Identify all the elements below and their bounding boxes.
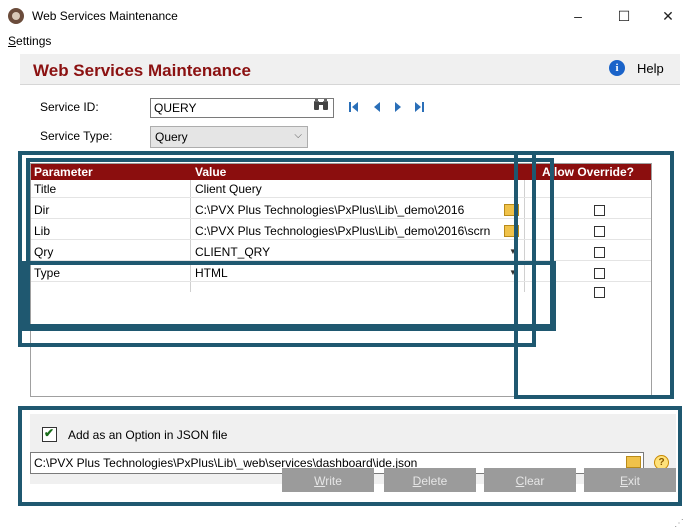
service-type-label: Service Type: <box>40 129 113 143</box>
help-button[interactable]: i Help <box>600 56 680 82</box>
column-header-value: Value <box>191 164 527 180</box>
service-type-select[interactable]: Query ⌵ <box>150 126 308 148</box>
value-cell[interactable]: C:\PVX Plus Technologies\PxPlus\Lib\_dem… <box>195 223 503 239</box>
json-option-checkbox[interactable] <box>42 426 57 442</box>
parameter-cell: Type <box>34 266 61 280</box>
info-icon: i <box>609 60 625 76</box>
parameter-cell: Lib <box>34 224 51 238</box>
delete-button[interactable]: Delete <box>384 468 476 492</box>
table-row[interactable] <box>31 284 651 300</box>
exit-button[interactable]: Exit <box>584 468 676 492</box>
page-title: Web Services Maintenance <box>33 61 251 80</box>
value-cell[interactable]: Client Query <box>195 181 505 197</box>
write-button[interactable]: Write <box>282 468 374 492</box>
menu-settings[interactable]: Settings <box>8 34 51 48</box>
parameter-cell: Qry <box>34 245 54 259</box>
column-header-allow-override: Allow Override? <box>525 164 651 180</box>
title-bar: Web Services Maintenance – ☐ ✕ <box>0 0 686 32</box>
parameter-grid: Parameter Value Allow Override? Title Cl… <box>30 163 652 397</box>
folder-icon[interactable] <box>504 225 519 237</box>
dropdown-arrow-icon[interactable]: ▼ <box>509 244 517 260</box>
maximize-button[interactable]: ☐ <box>614 6 634 26</box>
dropdown-arrow-icon[interactable]: ▼ <box>509 265 517 281</box>
service-type-value: Query <box>155 130 188 144</box>
table-row[interactable]: Dir C:\PVX Plus Technologies\PxPlus\Lib\… <box>31 202 651 219</box>
value-cell[interactable]: CLIENT_QRY <box>195 244 495 260</box>
previous-record-icon[interactable] <box>370 100 384 114</box>
minimize-button[interactable]: – <box>568 6 588 26</box>
value-cell[interactable]: HTML <box>195 265 495 281</box>
clear-button[interactable]: Clear <box>484 468 576 492</box>
folder-icon[interactable] <box>626 456 641 468</box>
override-checkbox[interactable] <box>594 205 605 216</box>
app-icon <box>8 8 24 24</box>
window-title: Web Services Maintenance <box>32 9 178 23</box>
column-header-parameter: Parameter <box>31 164 192 180</box>
parameter-cell: Dir <box>34 203 50 217</box>
table-row[interactable]: Qry CLIENT_QRY ▼ <box>31 244 651 261</box>
binoculars-icon[interactable] <box>313 98 329 115</box>
service-id-value: QUERY <box>154 101 197 115</box>
help-label: Help <box>637 61 664 76</box>
service-id-label: Service ID: <box>40 100 99 114</box>
first-record-icon[interactable] <box>347 100 361 114</box>
parameter-cell <box>34 284 184 300</box>
next-record-icon[interactable] <box>391 100 405 114</box>
table-row[interactable]: Type HTML ▼ <box>31 265 651 282</box>
override-checkbox[interactable] <box>594 226 605 237</box>
parameter-cell: Title <box>34 182 57 196</box>
table-row[interactable]: Lib C:\PVX Plus Technologies\PxPlus\Lib\… <box>31 223 651 240</box>
override-checkbox[interactable] <box>594 287 605 298</box>
page-header: Web Services Maintenance i Help <box>20 54 680 85</box>
value-cell[interactable]: C:\PVX Plus Technologies\PxPlus\Lib\_dem… <box>195 202 503 218</box>
folder-icon[interactable] <box>504 204 519 216</box>
close-button[interactable]: ✕ <box>658 6 678 26</box>
menu-bar: Settings <box>0 32 686 50</box>
last-record-icon[interactable] <box>412 100 426 114</box>
table-row[interactable]: Title Client Query <box>31 181 651 198</box>
chevron-down-icon: ⌵ <box>294 130 302 141</box>
resize-grip-icon[interactable]: ⋰ <box>674 518 684 529</box>
json-option-label: Add as an Option in JSON file <box>68 428 228 442</box>
value-cell[interactable] <box>195 284 495 300</box>
override-checkbox[interactable] <box>594 268 605 279</box>
service-id-input[interactable]: QUERY <box>150 98 334 118</box>
override-checkbox[interactable] <box>594 247 605 258</box>
